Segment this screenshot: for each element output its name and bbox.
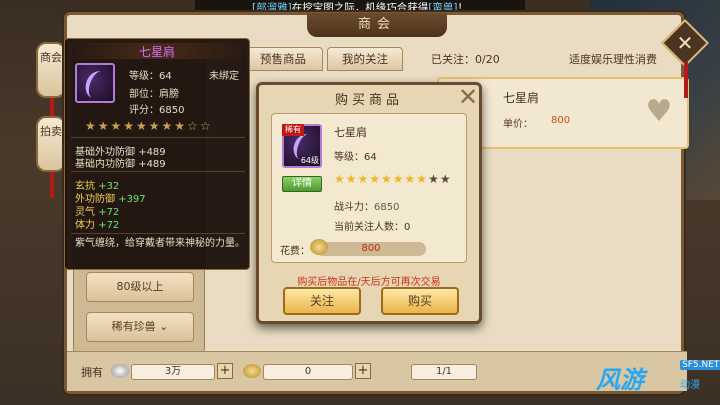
dialog-item-name: 七星肩 [334, 126, 367, 139]
tooltip-description: 紫气缠绕，给穿戴者带来神秘的力量。 [75, 238, 245, 249]
tassel-decoration [50, 172, 54, 198]
moderation-notice: 适度娱乐理性消费 [569, 53, 657, 66]
item-tooltip: 七星肩 等级：64 未绑定 部位：肩膀 评分：6850 ★★★★★★★★☆☆ 基… [64, 38, 250, 270]
vtab-shop[interactable]: 商会 [36, 42, 66, 124]
close-dialog-button[interactable]: ✕ [457, 85, 479, 109]
vtab-auction-label: 拍卖 [40, 125, 62, 138]
vtab-auction[interactable]: 拍卖 [36, 116, 66, 198]
stat-value: +397 [118, 194, 146, 205]
stars-empty: ★★ [428, 172, 452, 186]
silver-amount: 3万 [131, 364, 215, 380]
watermark-sub: 动漫 [680, 380, 700, 391]
tooltip-extra-3: 体力 +72 [75, 216, 119, 231]
stat-label: 体力 [75, 220, 95, 231]
gold-amount: 0 [263, 364, 353, 380]
followed-count: 已关注：0/20 [431, 53, 500, 66]
dialog-stars: ★★★★★★★★★★ [334, 172, 452, 186]
trade-notice: 购买后物品在/天后方可再次交易 [297, 277, 441, 288]
gold-ingot-icon [310, 239, 328, 255]
buy-button[interactable]: 购买 [381, 287, 459, 315]
vtab-shop-label: 商会 [40, 51, 62, 64]
tooltip-level: 等级：64 [129, 71, 172, 82]
cost-value: 800 [316, 242, 426, 256]
tab-my-follow[interactable]: 我的关注 [327, 47, 403, 71]
card-item-name: 七星肩 [503, 91, 540, 105]
tooltip-stars: ★★★★★★★★☆☆ [85, 119, 213, 133]
dialog-item-level: 等级：64 [334, 152, 377, 163]
detail-button[interactable]: 详情 [282, 176, 322, 192]
have-label: 拥有 [81, 366, 103, 379]
tooltip-base-int: 基础内功防御 +489 [75, 155, 166, 170]
tooltip-slot: 部位：肩膀 [129, 89, 179, 100]
close-icon: ✕ [676, 31, 694, 55]
purchase-dialog: 购买商品 ✕ 稀有 64级 详情 七星肩 等级：64 ★★★★★★★★★★ 战斗… [256, 82, 482, 324]
divider [71, 171, 245, 172]
tooltip-score: 评分：6850 [129, 105, 185, 116]
stars-filled: ★★★★★★★★ [334, 172, 429, 186]
tooltip-title: 七星肩 [65, 43, 249, 59]
add-gold-button[interactable]: + [355, 363, 371, 379]
shop-title: 商会 [307, 13, 447, 37]
card-price-label: 单价： [503, 119, 533, 130]
stat-value: +489 [138, 159, 166, 170]
stat-value: +72 [98, 220, 120, 231]
follow-button[interactable]: 关注 [283, 287, 361, 315]
category-rare-beast-button[interactable]: 稀有珍兽 ⌄ [86, 312, 194, 342]
currency-bar: 拥有 3万 + 0 + 1/1 [67, 351, 687, 391]
power-value: 6850 [374, 202, 400, 213]
divider [71, 137, 245, 138]
tooltip-bind: 未绑定 [209, 71, 239, 82]
watermark-tag: SF5.NET [680, 360, 720, 370]
page-indicator: 1/1 [411, 364, 477, 380]
card-price-value: 800 [551, 115, 571, 126]
dialog-power: 战斗力：6850 [334, 198, 399, 213]
silver-coin-icon [111, 364, 129, 378]
heart-icon[interactable]: ♥ [643, 97, 675, 127]
add-silver-button[interactable]: + [217, 363, 233, 379]
power-label: 战斗力： [334, 202, 374, 213]
shoulder-armor-icon[interactable]: 稀有 64级 [282, 124, 322, 168]
stat-label: 基础内功防御 [75, 159, 135, 170]
shoulder-armor-icon [75, 63, 115, 103]
gold-coin-icon [243, 364, 261, 378]
dialog-title: 购买商品 [334, 93, 403, 108]
category-level-80-button[interactable]: 80级以上 [86, 272, 194, 302]
item-level-badge: 64级 [300, 156, 319, 165]
dialog-followers: 当前关注人数：0 [334, 222, 411, 233]
divider [71, 233, 245, 234]
tab-presale[interactable]: 预售商品 [243, 47, 323, 71]
cost-label: 花费： [280, 246, 310, 257]
site-watermark: 风游 SF5.NET 动漫 [596, 356, 720, 400]
dialog-item-info: 稀有 64级 详情 七星肩 等级：64 ★★★★★★★★★★ 战斗力：6850 … [271, 113, 467, 263]
rarity-badge: 稀有 [282, 124, 304, 136]
watermark-main: 风游 [596, 366, 644, 394]
tassel-decoration [684, 62, 688, 98]
